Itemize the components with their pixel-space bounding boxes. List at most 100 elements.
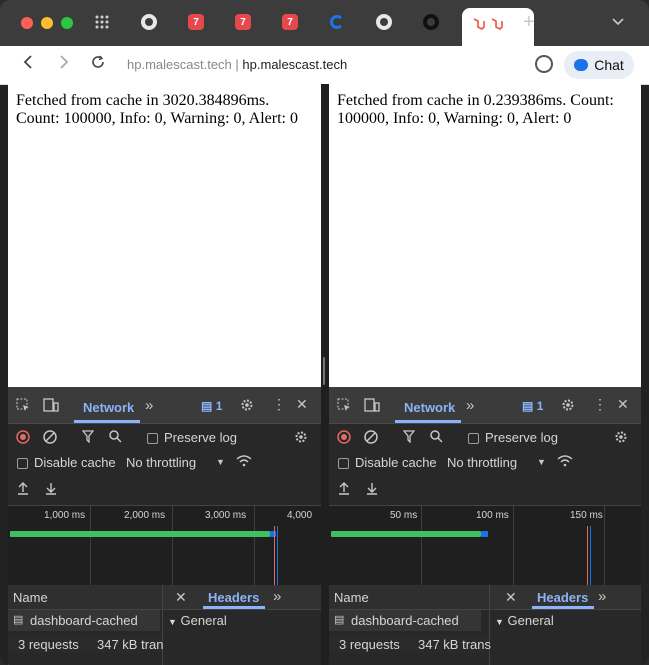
inspect-element-icon[interactable] bbox=[337, 398, 351, 412]
dropdown-arrow-icon[interactable]: ▼ bbox=[537, 457, 546, 467]
split-handle[interactable] bbox=[323, 357, 325, 385]
maximize-window-button[interactable] bbox=[61, 17, 73, 29]
disable-cache-checkbox[interactable] bbox=[338, 458, 349, 469]
tab-strip: 7 7 7 + bbox=[0, 0, 649, 46]
more-tabs-icon[interactable]: » bbox=[273, 588, 281, 605]
network-settings-icon[interactable] bbox=[294, 430, 308, 444]
tab-network[interactable]: Network bbox=[83, 400, 134, 415]
more-tabs-icon[interactable]: » bbox=[145, 397, 153, 414]
more-tabs-icon[interactable]: » bbox=[466, 397, 474, 414]
throttling-select[interactable]: No throttling bbox=[126, 455, 196, 470]
headers-tab-underline bbox=[203, 606, 265, 609]
request-row[interactable]: ▤ dashboard-cached bbox=[8, 610, 160, 631]
close-icon[interactable]: ✕ bbox=[617, 396, 629, 413]
request-bar-tail bbox=[270, 531, 276, 537]
network-settings-icon[interactable] bbox=[614, 430, 628, 444]
tab-github-3[interactable] bbox=[422, 13, 440, 31]
chat-button[interactable]: Chat bbox=[564, 51, 634, 79]
record-icon[interactable] bbox=[16, 430, 30, 444]
forward-arrow-icon bbox=[60, 55, 69, 69]
clear-icon[interactable] bbox=[43, 430, 57, 444]
close-details-icon[interactable]: ✕ bbox=[505, 589, 517, 606]
close-window-button[interactable] bbox=[21, 17, 33, 29]
network-toolbar-3 bbox=[8, 476, 321, 502]
request-row[interactable]: ▤ dashboard-cached bbox=[329, 610, 481, 631]
request-name: dashboard-cached bbox=[30, 613, 138, 628]
filter-icon[interactable] bbox=[82, 430, 94, 443]
more-tabs-icon[interactable]: » bbox=[598, 588, 606, 605]
back-button[interactable] bbox=[22, 55, 34, 74]
general-section[interactable]: ▼ General bbox=[168, 613, 227, 628]
issues-badge[interactable]: ▤ 1 bbox=[201, 399, 222, 413]
kebab-menu-icon[interactable]: ⋮ bbox=[593, 396, 607, 413]
import-har-icon[interactable] bbox=[338, 481, 350, 495]
device-toolbar-icon[interactable] bbox=[364, 398, 380, 412]
search-icon[interactable] bbox=[430, 430, 443, 443]
export-har-icon[interactable] bbox=[45, 481, 57, 495]
record-icon[interactable] bbox=[337, 430, 351, 444]
timeline-tick-label: 3,000 ms bbox=[205, 510, 247, 521]
status-bar: 3 requests 347 kB trans bbox=[329, 635, 491, 653]
tab-github-2[interactable] bbox=[375, 13, 393, 31]
export-har-icon[interactable] bbox=[366, 481, 378, 495]
github-icon bbox=[423, 14, 439, 30]
chevron-down-icon bbox=[612, 18, 624, 26]
tab-laravel-1[interactable]: 7 bbox=[187, 13, 205, 31]
preserve-log-checkbox[interactable] bbox=[468, 433, 479, 444]
throttling-select[interactable]: No throttling bbox=[447, 455, 517, 470]
tab-github[interactable] bbox=[140, 13, 158, 31]
network-toolbar-2: Disable cache No throttling ▼ bbox=[329, 450, 641, 476]
extension-icon[interactable] bbox=[535, 55, 553, 73]
general-label: General bbox=[180, 613, 227, 628]
forward-button[interactable] bbox=[58, 55, 70, 74]
tab-laravel-2[interactable]: 7 bbox=[234, 13, 252, 31]
left-pane: Fetched from cache in 3020.384896ms. Cou… bbox=[8, 84, 321, 665]
tab-groups-icon[interactable] bbox=[93, 13, 111, 31]
close-icon[interactable]: ✕ bbox=[296, 396, 308, 413]
reload-button[interactable] bbox=[91, 55, 105, 74]
tab-laravel-3[interactable]: 7 bbox=[281, 13, 299, 31]
tab-headers[interactable]: Headers bbox=[208, 590, 259, 605]
inspect-element-icon[interactable] bbox=[16, 398, 30, 412]
name-column-header[interactable]: Name bbox=[334, 590, 369, 605]
tab-cloud[interactable] bbox=[328, 13, 346, 31]
general-section[interactable]: ▼ General bbox=[495, 613, 554, 628]
network-timeline[interactable]: 1,000 ms 2,000 ms 3,000 ms 4,000 bbox=[8, 505, 321, 587]
chat-label: Chat bbox=[594, 57, 624, 73]
timeline-tick-label: 50 ms bbox=[390, 510, 418, 521]
request-bar bbox=[331, 531, 481, 537]
network-toolbar-1: Preserve log bbox=[329, 424, 641, 450]
laravel-7-icon: 7 bbox=[282, 14, 298, 30]
tab-headers[interactable]: Headers bbox=[537, 590, 588, 605]
disable-cache-checkbox[interactable] bbox=[17, 458, 28, 469]
request-bar-tail bbox=[481, 531, 488, 537]
devtools-tabbar: Network » ▤ 1 ⋮ ✕ bbox=[329, 387, 641, 424]
active-tab-underline bbox=[395, 420, 461, 423]
kebab-menu-icon[interactable]: ⋮ bbox=[272, 396, 286, 413]
preserve-log-checkbox[interactable] bbox=[147, 433, 158, 444]
load-event-line bbox=[587, 526, 588, 586]
minimize-window-button[interactable] bbox=[41, 17, 53, 29]
new-tab-button[interactable]: + bbox=[523, 12, 535, 32]
tab-search-button[interactable] bbox=[612, 13, 624, 29]
network-conditions-icon[interactable] bbox=[236, 455, 252, 467]
settings-icon[interactable] bbox=[561, 398, 575, 412]
close-details-icon[interactable]: ✕ bbox=[175, 589, 187, 606]
issues-badge[interactable]: ▤ 1 bbox=[522, 399, 543, 413]
device-toolbar-icon[interactable] bbox=[43, 398, 59, 412]
name-column-header[interactable]: Name bbox=[13, 590, 48, 605]
dom-content-loaded-line bbox=[590, 526, 591, 586]
preserve-log-label: Preserve log bbox=[164, 430, 237, 445]
tab-network[interactable]: Network bbox=[404, 400, 455, 415]
network-timeline[interactable]: 50 ms 100 ms 150 ms bbox=[329, 505, 641, 587]
clear-icon[interactable] bbox=[364, 430, 378, 444]
address-bar[interactable]: hp.malescast.tech | hp.malescast.tech bbox=[127, 57, 347, 72]
network-conditions-icon[interactable] bbox=[557, 455, 573, 467]
timeline-gridline bbox=[513, 506, 514, 586]
issues-count: 1 bbox=[536, 399, 544, 413]
filter-icon[interactable] bbox=[403, 430, 415, 443]
dropdown-arrow-icon[interactable]: ▼ bbox=[216, 457, 225, 467]
settings-icon[interactable] bbox=[240, 398, 254, 412]
search-icon[interactable] bbox=[109, 430, 122, 443]
import-har-icon[interactable] bbox=[17, 481, 29, 495]
